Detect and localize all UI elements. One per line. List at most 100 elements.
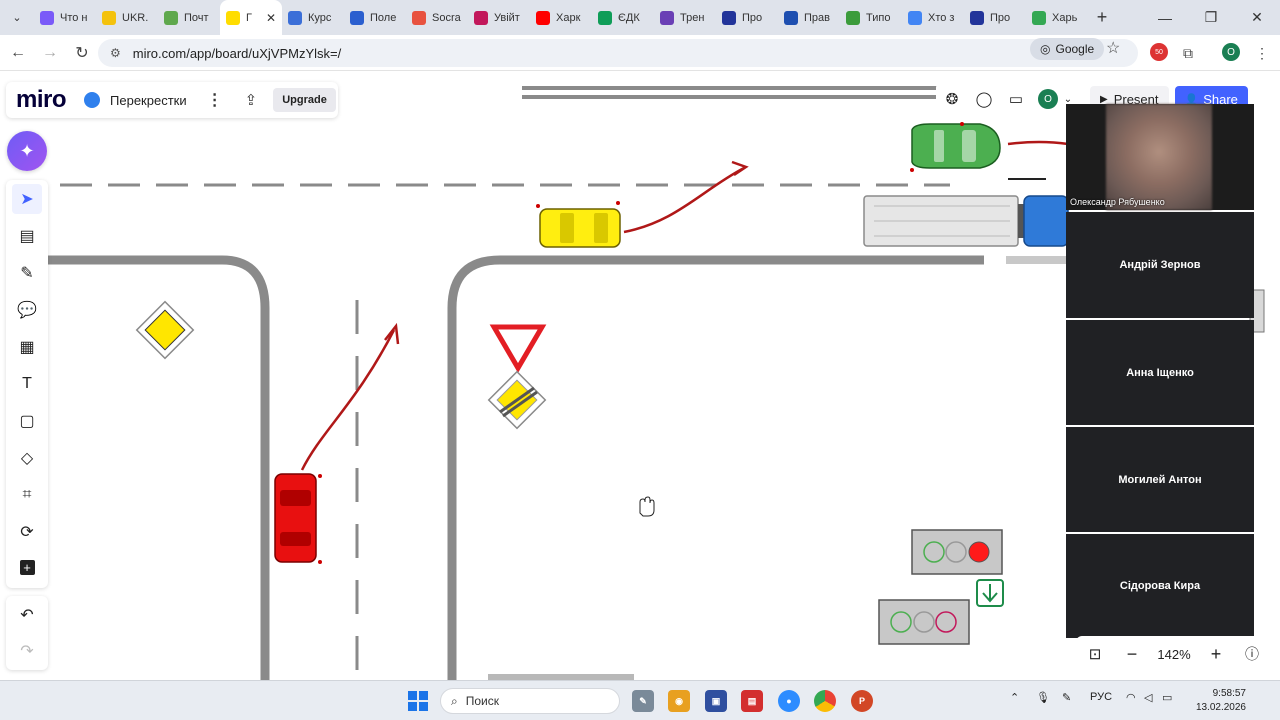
end-priority-road-sign[interactable] <box>487 370 547 430</box>
participant-tile[interactable]: Олександр Рябушенко <box>1066 104 1254 210</box>
search-engine-chip[interactable]: ◎ Google <box>1030 38 1105 60</box>
maximize-icon[interactable]: ❐ <box>1188 0 1234 35</box>
pen-icon[interactable]: ✎ <box>1062 691 1071 704</box>
tab-favicon-icon <box>226 10 240 25</box>
green-arrow-sign[interactable] <box>976 579 1004 607</box>
select-tool-icon[interactable]: ➤ <box>12 184 42 214</box>
taskbar-app-icon[interactable]: ▣ <box>705 690 727 712</box>
browser-tab[interactable]: Харк <box>530 0 592 35</box>
site-info-icon[interactable]: ⚙ <box>110 46 121 60</box>
miro-logo[interactable]: miro <box>16 86 67 114</box>
browser-tab[interactable]: Почт <box>158 0 220 35</box>
shapes-tool-icon[interactable]: ◇ <box>12 443 42 473</box>
yellow-car[interactable] <box>536 201 621 248</box>
tab-label: Г <box>246 11 252 24</box>
zoom-level[interactable]: 142% <box>1150 647 1198 662</box>
browser-tab[interactable]: UKR. <box>96 0 158 35</box>
comment-tool-icon[interactable]: 💬 <box>12 295 42 325</box>
browser-tab[interactable]: Про <box>716 0 778 35</box>
browser-tab[interactable]: ЄДК <box>592 0 654 35</box>
undo-icon[interactable]: ↶ <box>12 600 42 630</box>
ai-assist-button[interactable]: ✦ <box>7 131 47 171</box>
upload-tool-icon[interactable]: ⟳ <box>12 517 42 547</box>
browser-tab[interactable]: Socra <box>406 0 468 35</box>
volume-icon[interactable]: ◁ <box>1144 691 1152 704</box>
zoom-out-button[interactable]: − <box>1114 644 1150 665</box>
taskbar-zoom-icon[interactable]: ● <box>778 690 800 712</box>
tray-overflow-icon[interactable]: ⌃ <box>1010 691 1019 704</box>
close-window-icon[interactable]: ✕ <box>1234 0 1280 35</box>
upgrade-button[interactable]: Upgrade <box>273 88 336 112</box>
participant-tile[interactable]: Могилей Антон <box>1066 427 1254 532</box>
reactions-icon[interactable]: ❂ <box>936 85 968 113</box>
browser-tab[interactable]: Про <box>964 0 1026 35</box>
taskbar-pdf-icon[interactable]: ▤ <box>741 690 763 712</box>
extensions-puzzle-icon[interactable]: ⧉ <box>1178 43 1198 63</box>
fit-to-screen-icon[interactable]: ⊡ <box>1076 645 1114 663</box>
browser-menu-icon[interactable]: ⋮ <box>1252 43 1272 63</box>
taskbar-chrome-icon[interactable] <box>814 690 836 712</box>
templates-tool-icon[interactable]: ▤ <box>12 221 42 251</box>
tab-search-icon[interactable]: ⌄ <box>0 0 34 35</box>
back-button[interactable]: ← <box>2 37 34 69</box>
browser-toolbar: ← → ↻ ⚙ miro.com/app/board/uXjVPMzYlsk=/… <box>0 35 1280 71</box>
browser-tab[interactable]: Увійт <box>468 0 530 35</box>
participant-tile[interactable]: Сідорова Кира <box>1066 534 1254 638</box>
yield-sign[interactable] <box>489 324 547 373</box>
sticky-note-tool-icon[interactable]: ▢ <box>12 406 42 436</box>
text-tool-icon[interactable]: T <box>12 369 42 399</box>
minimize-icon[interactable]: — <box>1142 0 1188 35</box>
taskbar-search[interactable]: ⌕ Поиск <box>440 688 620 714</box>
forward-button[interactable]: → <box>34 37 66 69</box>
truck[interactable] <box>863 195 1069 247</box>
priority-road-sign[interactable] <box>135 300 195 360</box>
system-clock[interactable]: 9:58:57 13.02.2026 <box>1190 687 1246 715</box>
browser-tab[interactable]: Курс <box>282 0 344 35</box>
help-icon[interactable]: ⓘ <box>1234 644 1270 664</box>
browser-tab[interactable]: Типо <box>840 0 902 35</box>
frame-layout-tool-icon[interactable]: ▦ <box>12 332 42 362</box>
wifi-icon[interactable]: ◠ <box>1126 691 1136 704</box>
red-car-path-arrow[interactable] <box>300 329 396 471</box>
profile-avatar[interactable]: O <box>1222 43 1240 61</box>
taskbar-powerpoint-icon[interactable]: P <box>851 690 873 712</box>
browser-tab[interactable]: Г ✕ <box>220 0 282 35</box>
taskbar-app-icon[interactable]: ◉ <box>668 690 690 712</box>
battery-icon[interactable]: ▭ <box>1162 691 1172 704</box>
start-button[interactable] <box>408 691 428 711</box>
zoom-in-button[interactable]: + <box>1198 644 1234 665</box>
more-tools-icon[interactable]: + <box>12 552 42 582</box>
green-car[interactable] <box>910 122 1001 172</box>
taskbar-app-icon[interactable]: ✎ <box>632 690 654 712</box>
redo-icon[interactable]: ↷ <box>12 636 42 666</box>
video-call-icon[interactable]: ▭ <box>1000 85 1032 113</box>
browser-tab[interactable]: Поле <box>344 0 406 35</box>
reload-button[interactable]: ↻ <box>66 37 98 69</box>
traffic-light-bottom[interactable] <box>878 599 970 645</box>
export-icon[interactable]: ⇪ <box>245 91 258 109</box>
red-car[interactable] <box>274 473 322 564</box>
microphone-icon[interactable]: 🎙 <box>1036 691 1050 704</box>
green-car-path-arrow[interactable] <box>1007 140 1069 146</box>
new-tab-button[interactable]: + <box>1088 0 1116 35</box>
browser-tab[interactable]: Что н <box>34 0 96 35</box>
browser-tab[interactable]: Хто з <box>902 0 964 35</box>
participant-tile[interactable]: Андрій Зернов <box>1066 212 1254 318</box>
browser-tab[interactable]: Харь <box>1026 0 1088 35</box>
board-title[interactable]: Перекрестки <box>110 93 187 108</box>
frame-tool-icon[interactable]: ⌗ <box>12 480 42 510</box>
bookmark-star-icon[interactable]: ☆ <box>1106 38 1120 58</box>
more-options-icon[interactable]: ⋮ <box>207 90 223 110</box>
close-tab-icon[interactable]: ✕ <box>266 11 276 25</box>
tab-label: Прав <box>804 11 830 24</box>
yellow-car-path-arrow[interactable] <box>623 166 745 234</box>
pen-tool-icon[interactable]: ✎ <box>12 258 42 288</box>
participant-tile[interactable]: Анна Іщенко <box>1066 320 1254 425</box>
browser-tab[interactable]: Прав <box>778 0 840 35</box>
input-language[interactable]: РУС <box>1090 691 1112 703</box>
address-bar[interactable]: ⚙ miro.com/app/board/uXjVPMzYlsk=/ <box>98 39 1138 67</box>
traffic-light-top[interactable] <box>911 529 1003 575</box>
browser-tab[interactable]: Трен <box>654 0 716 35</box>
chat-icon[interactable]: ◯ <box>968 85 1000 113</box>
user-avatar[interactable]: O <box>1038 89 1058 109</box>
